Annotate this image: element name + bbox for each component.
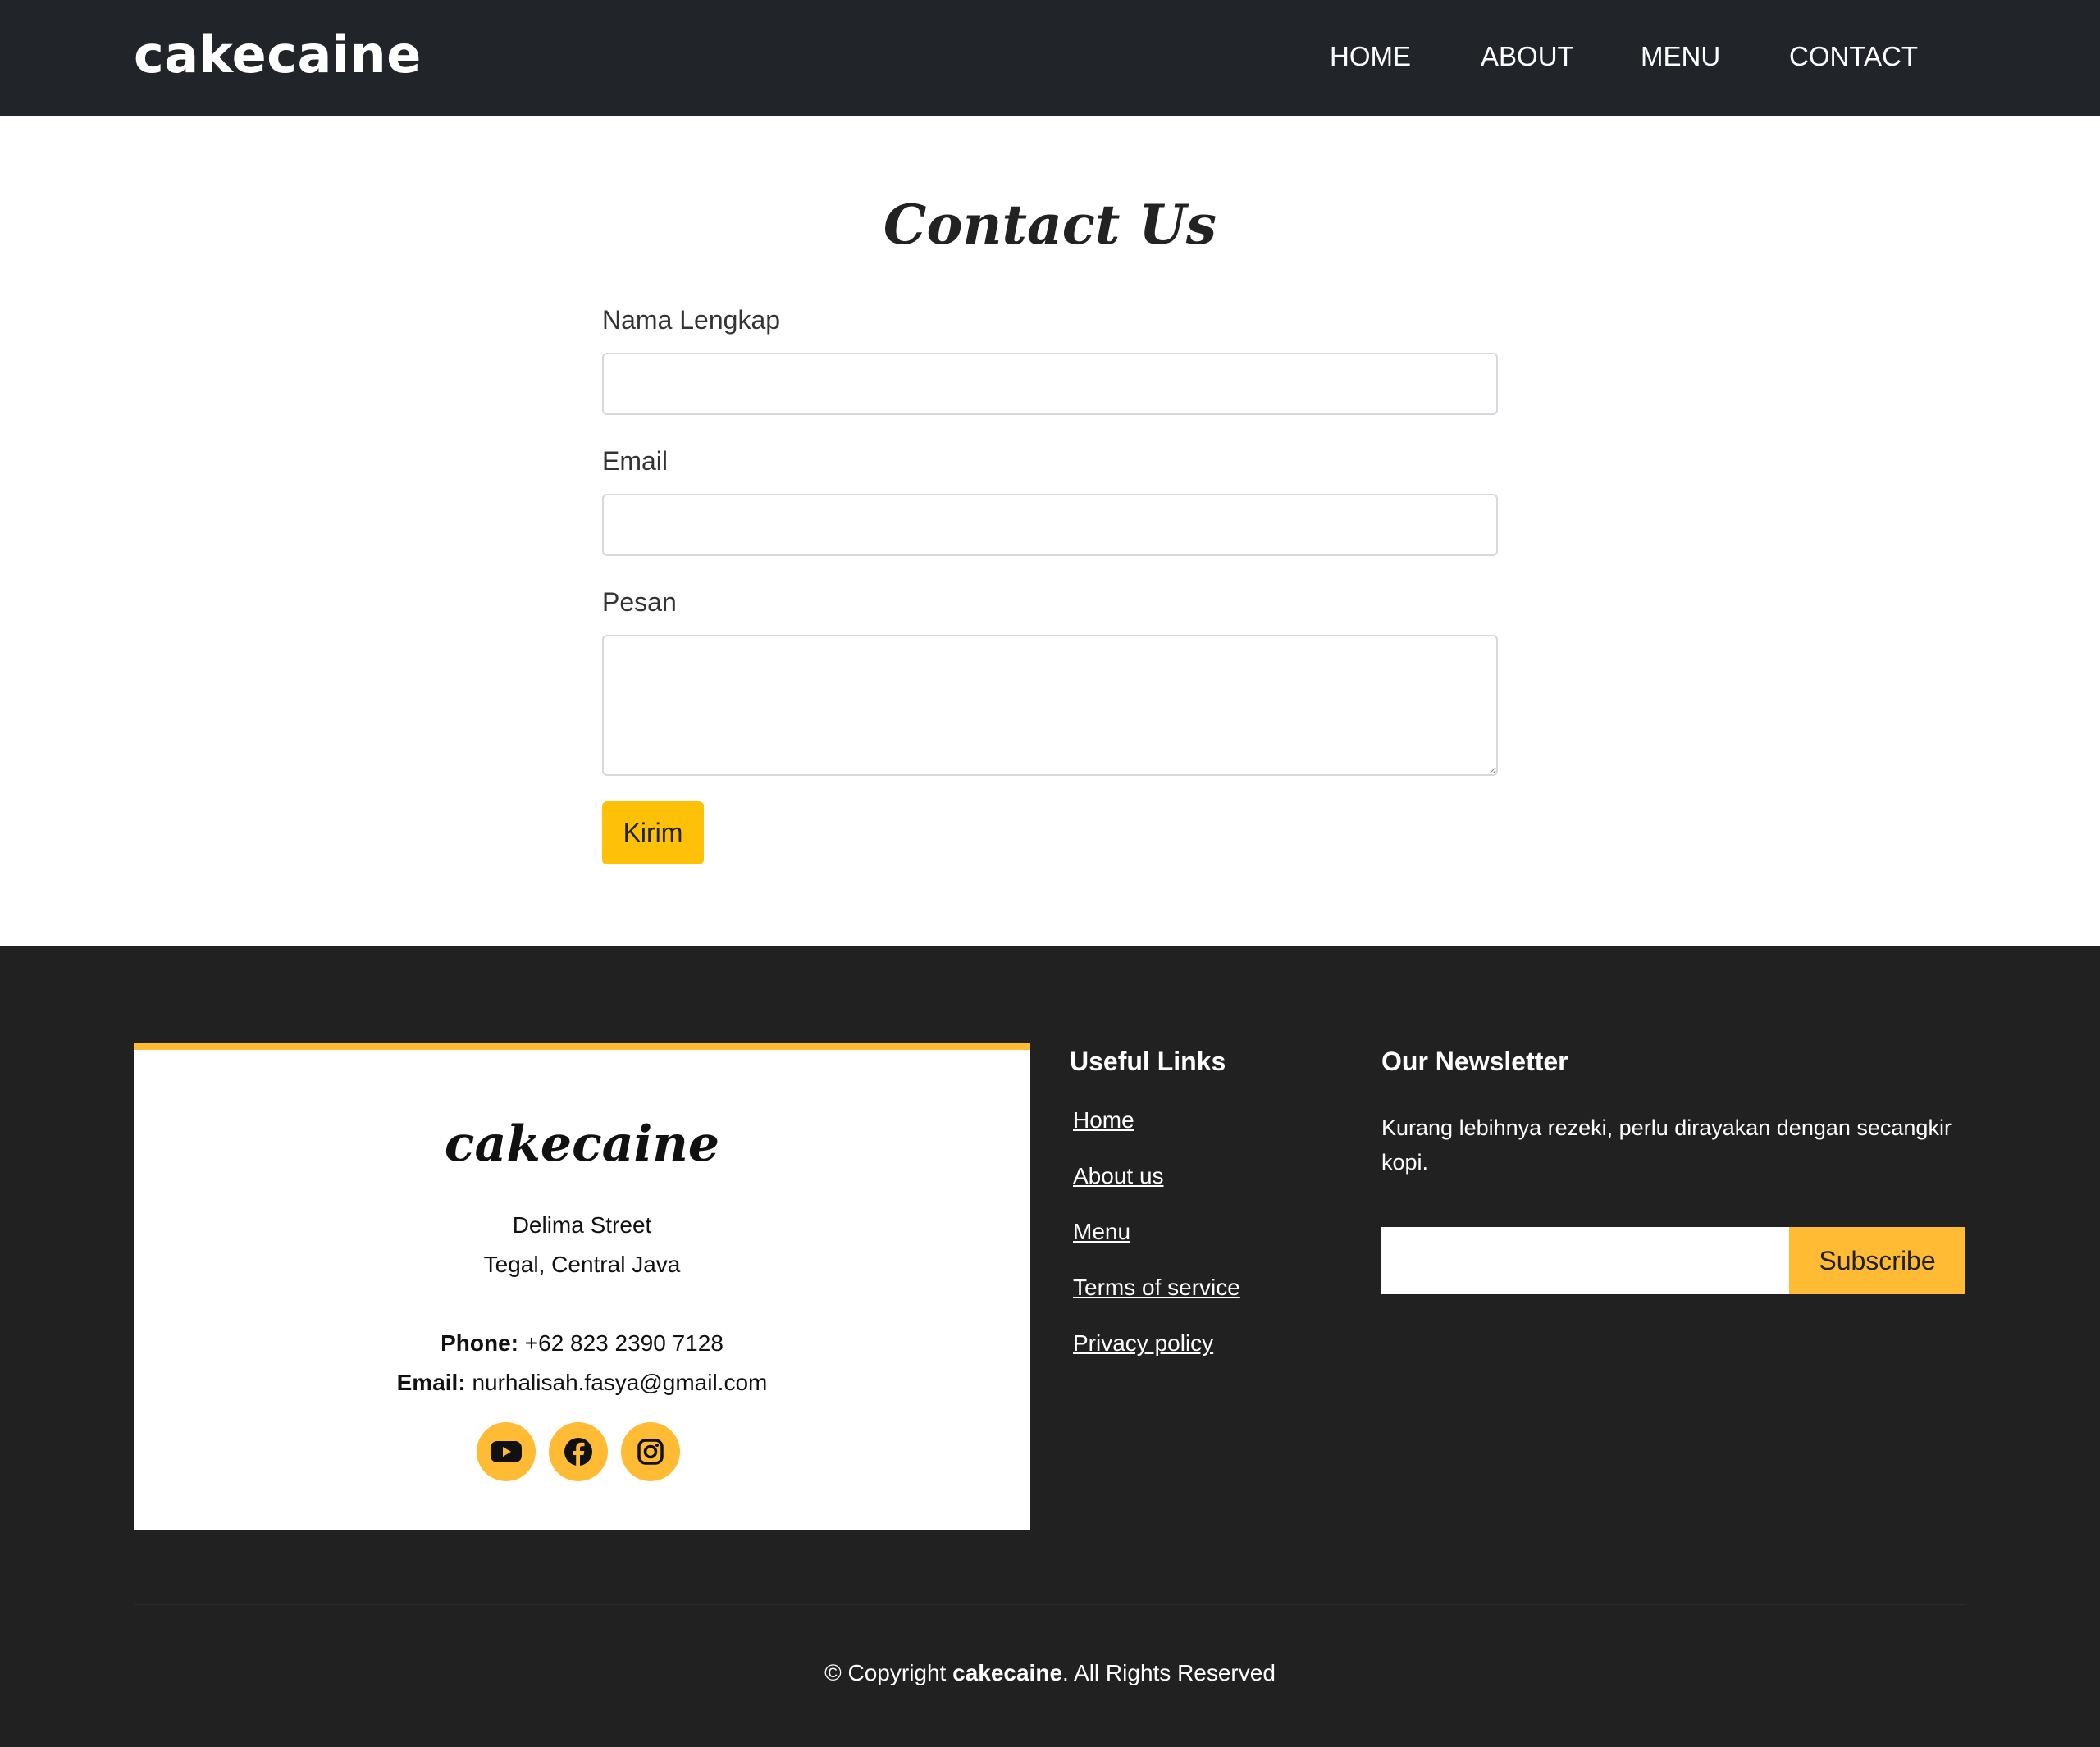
copyright-prefix: © Copyright bbox=[824, 1660, 953, 1685]
instagram-button[interactable] bbox=[621, 1422, 680, 1481]
nav-home[interactable]: HOME bbox=[1330, 41, 1411, 72]
submit-button[interactable]: Kirim bbox=[602, 801, 704, 864]
newsletter-title: Our Newsletter bbox=[1381, 1047, 1568, 1076]
footer-link-menu[interactable]: Menu bbox=[1073, 1219, 1130, 1245]
youtube-button[interactable] bbox=[477, 1422, 536, 1481]
instagram-icon bbox=[637, 1439, 664, 1465]
name-input[interactable] bbox=[602, 353, 1498, 415]
navbar: cakecaine HOME ABOUT MENU CONTACT bbox=[0, 0, 2100, 116]
facebook-icon bbox=[564, 1438, 592, 1466]
nav-about[interactable]: ABOUT bbox=[1481, 41, 1574, 72]
useful-links-title: Useful Links bbox=[1070, 1047, 1226, 1076]
nav-contact[interactable]: CONTACT bbox=[1789, 41, 1918, 72]
message-label: Pesan bbox=[602, 587, 677, 617]
footer-link-terms[interactable]: Terms of service bbox=[1073, 1275, 1240, 1301]
footer-brand: cakecaine bbox=[444, 1115, 720, 1173]
newsletter-email-input[interactable] bbox=[1381, 1227, 1789, 1294]
email-contact-label: Email: bbox=[396, 1370, 466, 1395]
footer-link-privacy[interactable]: Privacy policy bbox=[1073, 1330, 1213, 1357]
nav-menu[interactable]: MENU bbox=[1641, 41, 1720, 72]
footer-link-about[interactable]: About us bbox=[1073, 1163, 1164, 1189]
phone-line: Phone: +62 823 2390 7128 bbox=[134, 1330, 1030, 1357]
footer-link-home[interactable]: Home bbox=[1073, 1107, 1134, 1133]
newsletter-text: Kurang lebihnya rezeki, perlu dirayakan … bbox=[1381, 1115, 1952, 1175]
youtube-icon bbox=[491, 1441, 522, 1462]
message-textarea[interactable] bbox=[602, 635, 1498, 776]
name-label: Nama Lengkap bbox=[602, 305, 781, 335]
address-line-1: Delima Street bbox=[512, 1212, 652, 1238]
copyright-suffix: . All Rights Reserved bbox=[1062, 1660, 1276, 1685]
copyright: © Copyright cakecaine. All Rights Reserv… bbox=[0, 1660, 2100, 1686]
email-input[interactable] bbox=[602, 494, 1498, 556]
address-line-2: Tegal, Central Java bbox=[483, 1252, 681, 1277]
email-contact-value: nurhalisah.fasya@gmail.com bbox=[472, 1370, 768, 1395]
facebook-button[interactable] bbox=[549, 1422, 608, 1481]
subscribe-button[interactable]: Subscribe bbox=[1789, 1227, 1965, 1294]
phone-value: +62 823 2390 7128 bbox=[524, 1330, 724, 1356]
contact-title: Contact Us bbox=[883, 193, 1217, 257]
email-line: Email: nurhalisah.fasya@gmail.com bbox=[134, 1370, 1030, 1396]
email-label: Email bbox=[602, 446, 669, 476]
brand-logo[interactable]: cakecaine bbox=[134, 25, 422, 84]
phone-label: Phone: bbox=[441, 1330, 518, 1356]
footer-divider bbox=[134, 1604, 1965, 1605]
copyright-brand: cakecaine bbox=[952, 1660, 1063, 1685]
